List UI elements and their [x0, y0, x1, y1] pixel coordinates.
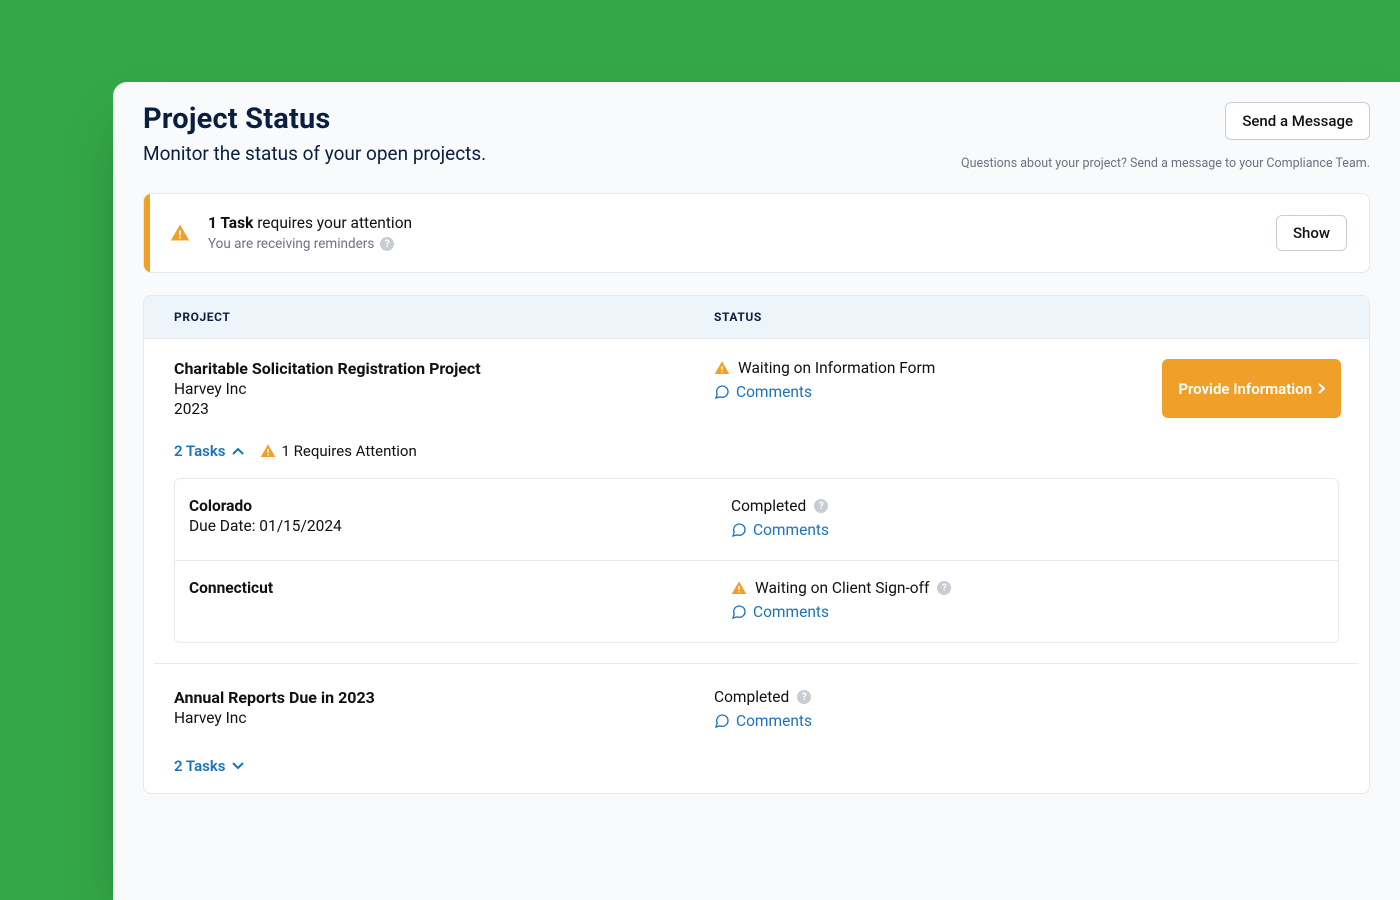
comment-icon — [731, 604, 747, 620]
help-icon[interactable]: ? — [814, 499, 828, 513]
chevron-up-icon — [232, 447, 244, 455]
chevron-right-icon — [1318, 383, 1325, 394]
comment-icon — [714, 384, 730, 400]
subtask-name: Colorado — [189, 497, 731, 515]
comments-link[interactable]: Comments — [714, 712, 812, 730]
tasks-toggle[interactable]: 2 Tasks — [174, 442, 244, 460]
warning-icon — [731, 580, 747, 596]
project-org: Harvey Inc — [174, 709, 714, 727]
alert-subtitle: You are receiving reminders? — [208, 236, 412, 252]
project-org: Harvey Inc — [174, 380, 714, 398]
show-button[interactable]: Show — [1276, 215, 1347, 251]
requires-attention-label: 1 Requires Attention — [260, 442, 417, 460]
warning-icon — [260, 443, 276, 459]
help-icon[interactable]: ? — [797, 690, 811, 704]
subtask-due: Due Date: 01/15/2024 — [189, 517, 731, 535]
comments-link[interactable]: Comments — [731, 521, 829, 539]
project-row: Charitable Solicitation Registration Pro… — [144, 339, 1369, 428]
project-controls: 2 Tasks — [144, 743, 1369, 793]
subtasks-card: Colorado Due Date: 01/15/2024 Completed … — [174, 478, 1339, 643]
subtask-row: Connecticut Waiting on Client Sign-off ?… — [175, 560, 1338, 642]
comments-link[interactable]: Comments — [714, 383, 812, 401]
project-controls: 2 Tasks 1 Requires Attention — [144, 428, 1369, 478]
project-name: Charitable Solicitation Registration Pro… — [174, 359, 714, 378]
project-status: Completed ? — [714, 688, 1114, 706]
questions-help-text: Questions about your project? Send a mes… — [961, 156, 1370, 171]
comments-link[interactable]: Comments — [731, 603, 829, 621]
page-subtitle: Monitor the status of your open projects… — [143, 142, 486, 165]
chevron-down-icon — [232, 762, 244, 770]
comment-icon — [731, 522, 747, 538]
tasks-toggle[interactable]: 2 Tasks — [174, 757, 244, 775]
warning-icon — [170, 223, 190, 243]
project-status-panel: Project Status Monitor the status of you… — [113, 82, 1400, 900]
warning-icon — [714, 360, 730, 376]
comment-icon — [714, 713, 730, 729]
alert-title: 1 Task requires your attention — [208, 214, 412, 232]
subtask-row: Colorado Due Date: 01/15/2024 Completed … — [175, 479, 1338, 560]
table-header: PROJECT STATUS — [144, 296, 1369, 339]
project-name: Annual Reports Due in 2023 — [174, 688, 714, 707]
page-header: Project Status Monitor the status of you… — [143, 102, 1370, 171]
project-status: Waiting on Information Form — [714, 359, 1114, 377]
attention-alert: 1 Task requires your attention You are r… — [143, 193, 1370, 273]
col-header-project: PROJECT — [144, 310, 714, 324]
page-title: Project Status — [143, 102, 486, 136]
project-year: 2023 — [174, 400, 714, 418]
projects-table: PROJECT STATUS Charitable Solicitation R… — [143, 295, 1370, 794]
col-header-status: STATUS — [714, 310, 1114, 324]
help-icon[interactable]: ? — [937, 581, 951, 595]
subtask-status: Waiting on Client Sign-off ? — [731, 579, 1131, 597]
subtask-status: Completed ? — [731, 497, 1131, 515]
provide-information-button[interactable]: Provide Information — [1162, 359, 1341, 418]
project-row: Annual Reports Due in 2023 Harvey Inc Co… — [144, 664, 1369, 743]
subtask-name: Connecticut — [189, 579, 731, 597]
send-message-button[interactable]: Send a Message — [1225, 102, 1370, 140]
help-icon[interactable]: ? — [380, 237, 394, 251]
